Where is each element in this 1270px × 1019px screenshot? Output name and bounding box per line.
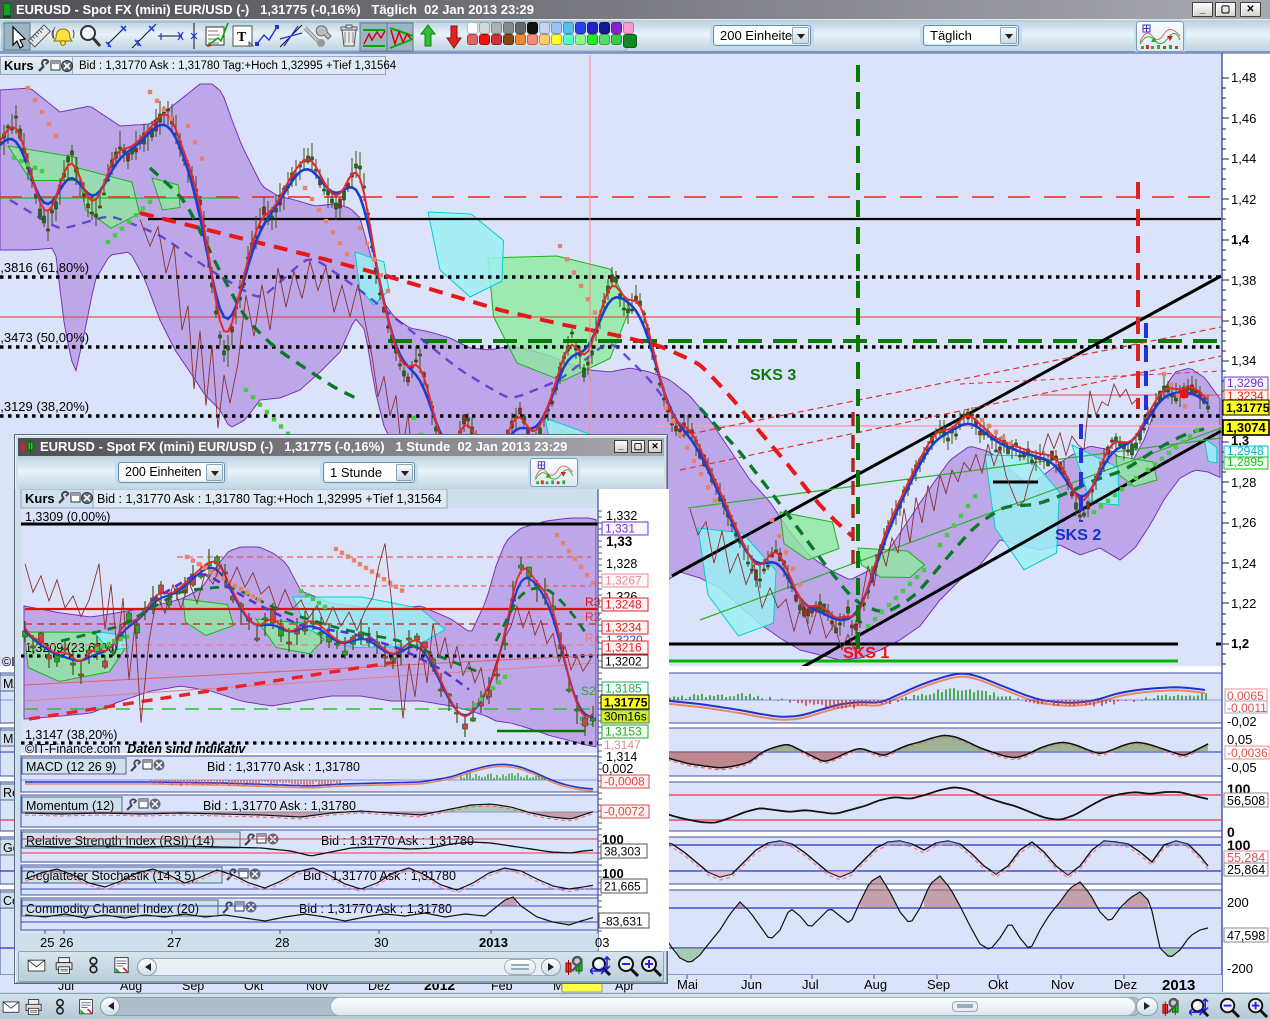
svg-text:26: 26: [59, 935, 73, 950]
svg-text:25,864: 25,864: [1227, 863, 1265, 877]
svg-text:Mai: Mai: [677, 977, 698, 992]
svg-text:56,508: 56,508: [1227, 794, 1265, 808]
svg-text:SKS 1: SKS 1: [843, 645, 889, 662]
svg-text:T: T: [237, 30, 247, 45]
svg-text:-0,02: -0,02: [1227, 714, 1257, 729]
svg-text:28: 28: [275, 935, 289, 950]
svg-text:1,3296: 1,3296: [1227, 376, 1264, 390]
svg-text:25: 25: [40, 935, 54, 950]
svg-text:1,31775: 1,31775: [604, 696, 648, 710]
svg-text:1,34: 1,34: [1231, 353, 1256, 368]
svg-text:Sep: Sep: [927, 977, 950, 992]
svg-text:47,598: 47,598: [1227, 929, 1265, 943]
svg-text:1,3248: 1,3248: [605, 598, 642, 612]
svg-text:1,2: 1,2: [1231, 636, 1249, 651]
svg-text:-0,0036: -0,0036: [1227, 746, 1268, 760]
svg-text:1,26: 1,26: [1231, 515, 1256, 530]
svg-text:1,3473 (50,00%): 1,3473 (50,00%): [0, 330, 89, 345]
svg-text:200: 200: [1227, 895, 1249, 910]
svg-text:1,3153: 1,3153: [605, 725, 642, 739]
svg-text:30m16s: 30m16s: [604, 710, 647, 724]
svg-text:1,46: 1,46: [1231, 111, 1256, 126]
svg-text:S2: S2: [581, 684, 596, 698]
svg-text:Bid : 1,31770 Ask : 1,31780: Bid : 1,31770 Ask : 1,31780: [321, 834, 474, 848]
svg-text:-200: -200: [1227, 961, 1253, 976]
svg-text:-83,631: -83,631: [602, 915, 643, 929]
svg-text:1,4: 1,4: [1231, 232, 1250, 247]
svg-text:Commodity Channel Index (20): Commodity Channel Index (20): [26, 902, 199, 916]
svg-text:1,28: 1,28: [1231, 475, 1256, 490]
svg-text:1,36: 1,36: [1231, 313, 1256, 328]
svg-text:-0,0008: -0,0008: [604, 775, 645, 789]
svg-text:1,31775: 1,31775: [1226, 401, 1270, 415]
svg-text:1,2895: 1,2895: [1227, 455, 1264, 469]
svg-text:MACD (12 26 9): MACD (12 26 9): [26, 760, 116, 774]
svg-text:1,22: 1,22: [1231, 596, 1256, 611]
svg-text:03: 03: [595, 935, 609, 950]
svg-text:1,328: 1,328: [606, 557, 637, 571]
svg-text:Bid : 1,31770 Ask : 1,31780: Bid : 1,31770 Ask : 1,31780: [207, 760, 360, 774]
svg-text:30: 30: [374, 935, 388, 950]
svg-text:2013: 2013: [479, 935, 508, 950]
svg-text:Aug: Aug: [864, 977, 887, 992]
svg-text:2013: 2013: [1162, 977, 1195, 993]
svg-text:Momentum (12): Momentum (12): [26, 799, 114, 813]
svg-text:Nov: Nov: [1051, 977, 1075, 992]
svg-text:1,3129 (38,20%): 1,3129 (38,20%): [0, 399, 89, 414]
svg-text:1,3202: 1,3202: [605, 655, 642, 669]
svg-text:1,3216: 1,3216: [605, 641, 642, 655]
svg-text:Bid : 1,31770 Ask : 1,31780 Ta: Bid : 1,31770 Ask : 1,31780 Tag:+Hoch 1,…: [97, 492, 442, 506]
svg-text:1,3267: 1,3267: [605, 574, 642, 588]
svg-text:1,3074: 1,3074: [1226, 420, 1267, 435]
svg-text:Dez: Dez: [1114, 977, 1137, 992]
svg-text:Kurs: Kurs: [25, 491, 55, 506]
svg-text:-0,0072: -0,0072: [604, 805, 645, 819]
svg-text:1,24: 1,24: [1231, 556, 1256, 571]
svg-text:1,3309 (0,00%): 1,3309 (0,00%): [25, 510, 110, 524]
svg-text:1,33: 1,33: [606, 534, 633, 549]
svg-text:1,42: 1,42: [1231, 192, 1256, 207]
svg-text:Bid : 1,31770 Ask : 1,31780: Bid : 1,31770 Ask : 1,31780: [203, 799, 356, 813]
svg-text:-0,05: -0,05: [1227, 760, 1257, 775]
svg-text:1,3816 (61,80%): 1,3816 (61,80%): [0, 260, 89, 275]
svg-text:1,48: 1,48: [1231, 70, 1256, 85]
svg-text:SKS 3: SKS 3: [750, 367, 796, 384]
svg-text:1,44: 1,44: [1231, 151, 1256, 166]
svg-text:1,38: 1,38: [1231, 273, 1256, 288]
svg-text:Okt: Okt: [988, 977, 1009, 992]
svg-text:21,665: 21,665: [604, 880, 641, 894]
svg-text:SKS 2: SKS 2: [1055, 527, 1101, 544]
svg-text:38,303: 38,303: [604, 845, 641, 859]
svg-text:1,3147 (38,20%): 1,3147 (38,20%): [25, 728, 117, 742]
svg-text:27: 27: [167, 935, 181, 950]
svg-text:0,05: 0,05: [1227, 732, 1252, 747]
svg-text:Jun: Jun: [741, 977, 762, 992]
svg-text:1,3185: 1,3185: [605, 682, 642, 696]
svg-text:Jul: Jul: [802, 977, 819, 992]
